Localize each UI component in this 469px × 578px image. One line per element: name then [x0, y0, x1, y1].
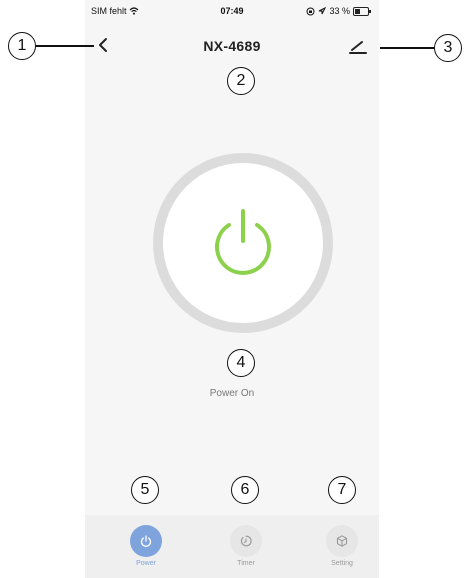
tab-setting[interactable]: Setting: [312, 525, 372, 575]
location-icon: [319, 7, 327, 15]
device-title: NX-4689: [203, 38, 261, 54]
tab-timer-label: Timer: [237, 560, 255, 567]
tab-timer[interactable]: Timer: [216, 525, 276, 575]
power-button-face: [163, 163, 323, 323]
battery-icon: [353, 6, 371, 16]
tab-setting-label: Setting: [331, 560, 353, 567]
callout-3: 3: [434, 34, 462, 62]
power-state-label: Power On: [209, 388, 255, 399]
tab-power[interactable]: Power: [116, 525, 176, 575]
tab-bar: Power Timer Setting: [85, 515, 379, 578]
callout-7: 7: [328, 476, 356, 504]
power-toggle-button[interactable]: [153, 153, 333, 333]
power-icon: [140, 535, 152, 547]
callout-5: 5: [131, 476, 159, 504]
callout-6: 6: [231, 476, 259, 504]
edit-button[interactable]: [347, 36, 369, 56]
callout-1-leader: [36, 45, 94, 47]
lock-rotation-icon: [306, 7, 315, 15]
battery-percent: 33 %: [329, 6, 350, 16]
timer-icon: [240, 535, 252, 547]
settings-cube-icon: [336, 535, 348, 547]
callout-2: 2: [227, 67, 255, 95]
edit-icon: [349, 41, 367, 54]
callout-1: 1: [8, 32, 36, 60]
tab-power-label: Power: [136, 560, 156, 567]
callout-3-leader: [380, 47, 434, 49]
power-icon: [215, 209, 271, 275]
status-bar: SIM fehlt 07:49 33 %: [85, 6, 379, 20]
callout-4: 4: [227, 349, 255, 377]
